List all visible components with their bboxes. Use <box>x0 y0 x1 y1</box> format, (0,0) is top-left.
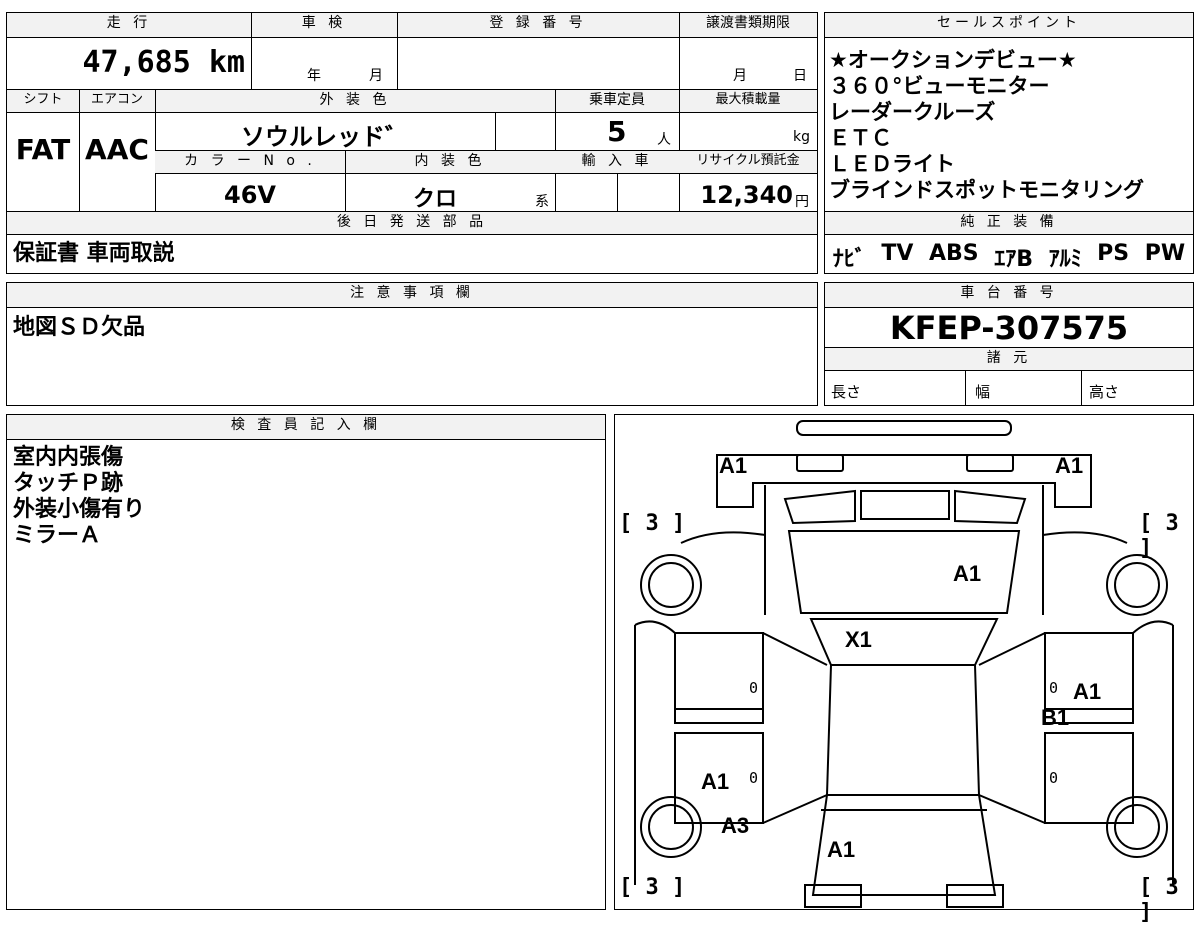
length-label: 長さ <box>831 383 862 401</box>
chassis-panel: 車 台 番 号 KFEP-307575 諸 元 長さ 幅 高さ <box>824 282 1194 406</box>
later-parts-header: 後 日 発 送 部 品 <box>7 212 817 234</box>
int-color-header: 内 装 色 <box>345 151 555 173</box>
reg-no-header: 登 録 番 号 <box>397 13 679 37</box>
ext-color-header: 外 装 色 <box>155 90 555 112</box>
equipment-item: PW <box>1144 241 1186 266</box>
transfer-deadline-header: 譲渡書類期限 <box>679 13 817 37</box>
mileage-value: 47,685 km <box>82 45 245 80</box>
tire-front-right: [ 3 ] <box>1139 511 1179 561</box>
equipment-item: ﾅﾋﾞ <box>832 247 866 272</box>
day-label: 日 <box>793 68 807 84</box>
inspector-line: ミラーＡ <box>13 523 102 548</box>
tire-rear-left: [ 3 ] <box>619 875 686 900</box>
height-label: 高さ <box>1089 383 1120 401</box>
recycle-unit: 円 <box>795 194 809 210</box>
mark-right-door-b: B1 <box>1041 705 1070 730</box>
recycle-header: リサイクル預託金 <box>679 151 817 173</box>
caution-header: 注 意 事 項 欄 <box>7 283 817 307</box>
mark-windshield: X1 <box>845 627 872 652</box>
vehicle-info-table: 走 行 車 検 登 録 番 号 譲渡書類期限 47,685 km 年 月 月 日… <box>6 12 818 274</box>
caution-value: 地図ＳＤ欠品 <box>13 315 146 340</box>
int-color-value: クロ <box>412 187 457 212</box>
inspector-line: タッチＰ跡 <box>13 471 124 496</box>
tire-front-left: [ 3 ] <box>619 511 686 536</box>
width-label: 幅 <box>975 383 991 401</box>
inspector-line: 外装小傷有り <box>13 497 146 522</box>
sales-item: ＬＥＤライト <box>829 152 955 176</box>
capacity-unit: 人 <box>657 132 671 148</box>
zero-marker: 0 <box>1049 679 1059 697</box>
zero-marker: 0 <box>749 679 759 697</box>
sales-item: レーダークルーズ <box>829 100 996 124</box>
recycle-value: 12,340 <box>700 181 793 209</box>
inspector-panel: 検 査 員 記 入 欄 室内内張傷 タッチＰ跡 外装小傷有り ミラーＡ <box>6 414 606 910</box>
shaken-header: 車 検 <box>251 13 397 37</box>
capacity-value: 5 <box>607 115 627 148</box>
tire-rear-right: [ 3 ] <box>1139 875 1179 925</box>
inspector-header: 検 査 員 記 入 欄 <box>7 415 605 439</box>
mark-front-right: A1 <box>1055 453 1084 478</box>
car-diagram-panel: [ 3 ] [ 3 ] [ 3 ] [ 3 ] A1 A1 A1 X1 A1 B… <box>614 414 1194 925</box>
mark-trunk: A1 <box>827 837 856 862</box>
sales-item: ブラインドスポットモニタリング <box>829 178 1144 202</box>
equipment-item: ｱﾙﾐ <box>1048 247 1082 272</box>
chassis-value: KFEP-307575 <box>889 309 1129 347</box>
caution-panel: 注 意 事 項 欄 地図ＳＤ欠品 <box>6 282 818 406</box>
shift-header: シフト <box>7 90 79 112</box>
chassis-header: 車 台 番 号 <box>825 283 1193 307</box>
tire-value: 3 <box>645 511 659 536</box>
color-no-value: 46V <box>224 181 276 209</box>
mark-rear-left-a: A1 <box>701 769 730 794</box>
spec-header: 諸 元 <box>825 348 1193 370</box>
aircon-value: AAC <box>85 133 149 166</box>
load-unit: kg <box>793 129 810 145</box>
int-color-suffix: 系 <box>535 194 549 210</box>
equipment-list: ﾅﾋﾞ TV ABS ｴｱB ｱﾙﾐ PS PW <box>825 241 1193 273</box>
sales-points-panel: セールスポイント ★オークションデビュー★ ３６０°ビューモニター レーダークル… <box>824 12 1194 274</box>
later-parts-value: 保証書 車両取説 <box>13 241 175 266</box>
car-diagram <box>634 420 1174 908</box>
max-load-header: 最大積載量 <box>679 90 817 112</box>
month-label: 月 <box>369 68 383 84</box>
shift-value: FAT <box>15 133 71 166</box>
equipment-header: 純 正 装 備 <box>825 212 1193 234</box>
year-label: 年 <box>307 68 321 84</box>
capacity-header: 乗車定員 <box>555 90 679 112</box>
sales-item: ３６０°ビューモニター <box>829 74 1050 98</box>
zero-marker: 0 <box>1049 769 1059 787</box>
mark-right-door-a: A1 <box>1073 679 1102 704</box>
tire-value: 3 <box>1165 511 1179 536</box>
mileage-header: 走 行 <box>7 13 251 37</box>
tire-value: 3 <box>645 875 659 900</box>
color-no-header: カ ラ ー N o . <box>155 151 345 173</box>
sales-item: ＥＴＣ <box>829 126 892 150</box>
ext-color-value: ソウルレッド゛ <box>241 123 409 151</box>
month2-label: 月 <box>733 68 747 84</box>
sales-points-header: セールスポイント <box>825 13 1193 37</box>
aircon-header: エアコン <box>79 90 155 112</box>
sales-item: ★オークションデビュー★ <box>829 48 1077 72</box>
mark-hood: A1 <box>953 561 982 586</box>
equipment-item: PS <box>1097 241 1130 266</box>
equipment-item: ｴｱB <box>994 247 1033 272</box>
mark-front-left: A1 <box>719 453 748 478</box>
import-header: 輸 入 車 <box>555 151 679 173</box>
zero-marker: 0 <box>749 769 759 787</box>
tire-value: 3 <box>1165 875 1179 900</box>
mark-rear-left-b: A3 <box>721 813 750 838</box>
inspector-line: 室内内張傷 <box>13 445 124 470</box>
equipment-item: ABS <box>929 241 979 266</box>
equipment-item: TV <box>881 241 914 266</box>
